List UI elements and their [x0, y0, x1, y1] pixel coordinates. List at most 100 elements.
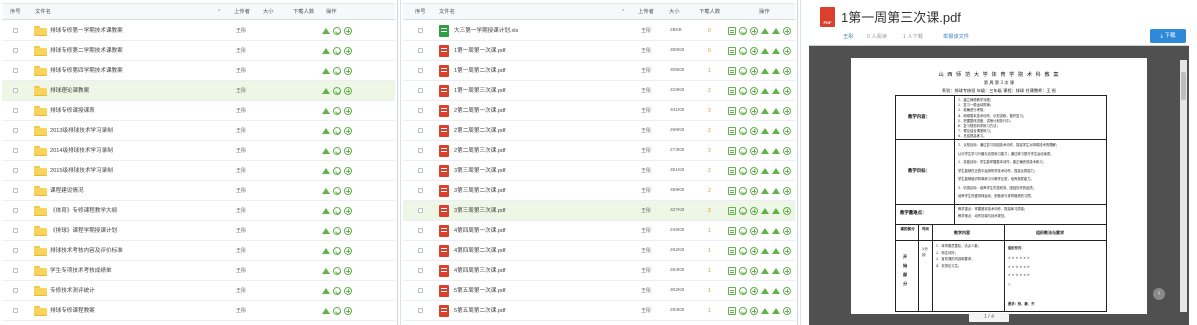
col-size[interactable]: 大小 — [669, 4, 680, 21]
add-icon[interactable] — [750, 227, 758, 235]
row-checkbox[interactable] — [418, 168, 423, 173]
add-icon[interactable] — [783, 247, 791, 255]
add-icon[interactable] — [344, 167, 352, 175]
add-icon[interactable] — [750, 147, 758, 155]
preview-icon[interactable] — [728, 307, 736, 315]
add-icon[interactable] — [750, 27, 758, 35]
row-checkbox[interactable] — [418, 68, 423, 73]
file-row[interactable]: 5第五周第二次课.pdf 王彤 293KB 1 — [403, 301, 795, 321]
row-checkbox[interactable] — [418, 308, 423, 313]
share-icon[interactable] — [761, 128, 769, 134]
sort-icon[interactable]: ^ — [622, 4, 624, 21]
download-icon[interactable] — [739, 47, 747, 55]
download-icon[interactable] — [333, 147, 341, 155]
row-checkbox[interactable] — [418, 28, 423, 33]
file-row[interactable]: 2第二周第二次课.pdf 王彤 266KB 2 — [403, 121, 795, 141]
download-icon[interactable] — [333, 187, 341, 195]
file-row[interactable]: 3第三周第一次课.pdf 王彤 351KB 2 — [403, 161, 795, 181]
share-icon[interactable] — [322, 188, 330, 194]
preview-icon[interactable] — [728, 167, 736, 175]
preview-icon[interactable] — [728, 187, 736, 195]
folder-row[interactable]: 专修技术测评统计 王彤 — [2, 281, 395, 301]
file-row[interactable]: 4第四周第一次课.pdf 王彤 246KB 1 — [403, 221, 795, 241]
preview-icon[interactable] — [728, 67, 736, 75]
row-checkbox[interactable] — [418, 228, 423, 233]
file-row[interactable]: 1第一周第二次课.pdf 王彤 305KB 1 — [403, 61, 795, 81]
file-row[interactable]: 5第五周第一次课.pdf 王彤 302KB 1 — [403, 281, 795, 301]
col-filename[interactable]: 文件名 — [439, 4, 455, 21]
share-icon[interactable] — [322, 48, 330, 54]
download-icon[interactable] — [739, 267, 747, 275]
file-name[interactable]: 1第一周第三次课.pdf — [454, 81, 506, 101]
row-checkbox[interactable] — [13, 128, 18, 133]
preview-icon[interactable] — [728, 207, 736, 215]
col-downloads[interactable]: 下载人数 — [293, 4, 314, 21]
file-row[interactable]: 1第一周第一次课.pdf 王彤 300KB 0 — [403, 41, 795, 61]
file-row[interactable]: 3第三周第三次课.pdf 王彤 327KB 2 — [403, 201, 795, 221]
folder-row[interactable]: 2013级排球技术学习录制 王彤 — [2, 121, 395, 141]
uploader-link[interactable]: 王彤 — [843, 33, 853, 40]
pdf-viewer[interactable]: 山 西 师 范 大 学 体 育 学 院 术 科 教 案 第 周 第 3 次 课 … — [809, 45, 1189, 325]
file-row[interactable]: 4第四周第二次课.pdf 王彤 262KB 1 — [403, 241, 795, 261]
add-icon[interactable] — [783, 127, 791, 135]
share-icon[interactable] — [761, 188, 769, 194]
share-icon[interactable] — [322, 208, 330, 214]
move-up-icon[interactable] — [772, 308, 780, 314]
preview-icon[interactable] — [728, 227, 736, 235]
add-icon[interactable] — [783, 87, 791, 95]
download-icon[interactable] — [739, 127, 747, 135]
folder-name[interactable]: 2013级排球技术学习录制 — [50, 121, 113, 141]
add-icon[interactable] — [750, 127, 758, 135]
add-icon[interactable] — [344, 287, 352, 295]
share-icon[interactable] — [761, 228, 769, 234]
move-up-icon[interactable] — [772, 248, 780, 254]
add-icon[interactable] — [344, 227, 352, 235]
share-icon[interactable] — [322, 168, 330, 174]
scroll-thumb[interactable] — [1181, 72, 1186, 100]
preview-icon[interactable] — [728, 27, 736, 35]
move-up-icon[interactable] — [772, 108, 780, 114]
folder-name[interactable]: 排球理论课教案 — [50, 81, 89, 101]
sidebar-toggle-icon[interactable]: ‹ — [1153, 288, 1165, 300]
row-checkbox[interactable] — [418, 148, 423, 153]
move-up-icon[interactable] — [772, 148, 780, 154]
row-checkbox[interactable] — [13, 48, 18, 53]
folder-name[interactable]: 2014级排球技术学习录制 — [50, 141, 113, 161]
download-icon[interactable] — [739, 67, 747, 75]
add-icon[interactable] — [783, 47, 791, 55]
folder-name[interactable]: 专修技术测评统计 — [50, 281, 95, 301]
folder-name[interactable]: 排球专修课授课表 — [50, 101, 95, 121]
download-icon[interactable] — [333, 47, 341, 55]
folder-name[interactable]: 课程建设情况 — [50, 181, 84, 201]
share-icon[interactable] — [322, 88, 330, 94]
add-icon[interactable] — [750, 107, 758, 115]
share-icon[interactable] — [761, 148, 769, 154]
row-checkbox[interactable] — [13, 68, 18, 73]
move-up-icon[interactable] — [772, 88, 780, 94]
share-icon[interactable] — [761, 248, 769, 254]
preview-icon[interactable] — [728, 287, 736, 295]
folder-row[interactable]: 《体育》专修课程教学大纲 王彤 — [2, 201, 395, 221]
folder-row[interactable]: 排球专修第二学期技术课教案 王彤 — [2, 41, 395, 61]
folder-name[interactable]: 《排球》课程学期授课计划 — [50, 221, 117, 241]
folder-row[interactable]: 排球专修第四学期技术课教案 王彤 — [2, 61, 395, 81]
share-icon[interactable] — [322, 128, 330, 134]
row-checkbox[interactable] — [418, 128, 423, 133]
add-icon[interactable] — [344, 67, 352, 75]
download-icon[interactable] — [739, 87, 747, 95]
move-up-icon[interactable] — [772, 228, 780, 234]
col-size[interactable]: 大小 — [263, 4, 274, 21]
row-checkbox[interactable] — [13, 248, 18, 253]
folder-name[interactable]: 2015级排球技术学习录制 — [50, 161, 113, 181]
col-uploader[interactable]: 上传者 — [638, 4, 654, 21]
share-icon[interactable] — [322, 288, 330, 294]
download-icon[interactable] — [333, 107, 341, 115]
folder-row[interactable]: 排球技术考核内容及评价标准 王彤 — [2, 241, 395, 261]
add-icon[interactable] — [750, 207, 758, 215]
download-icon[interactable] — [333, 167, 341, 175]
share-icon[interactable] — [322, 108, 330, 114]
folder-row[interactable]: 学生专项技术考核成绩单 王彤 — [2, 261, 395, 281]
move-up-icon[interactable] — [772, 28, 780, 34]
add-icon[interactable] — [344, 87, 352, 95]
download-button[interactable]: ⤓ 下载 — [1150, 29, 1186, 43]
